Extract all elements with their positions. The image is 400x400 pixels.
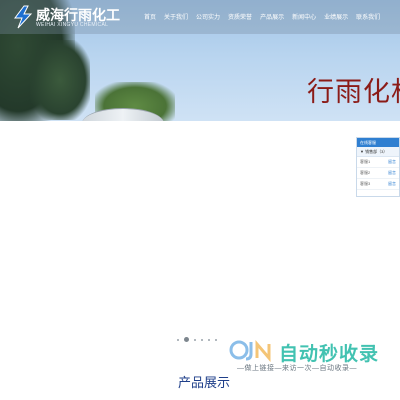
online-service-title[interactable]: 在线客服 [357,138,399,147]
service-message-link[interactable]: 留言 [388,157,396,167]
service-message-link[interactable]: 留言 [388,179,396,189]
slider-dot[interactable] [208,338,210,341]
service-department[interactable]: ▼ 销售部（3） [357,147,399,157]
nav-home[interactable]: 首页 [144,12,156,21]
company-logo-icon[interactable] [12,5,34,29]
slider-pagination [177,337,217,342]
nav-contact[interactable]: 联系我们 [356,12,380,21]
service-message-link[interactable]: 留言 [388,168,396,178]
site-header: 威海行雨化工 WEIHAI XINGYU CHEMICAL 首页 关于我们 公司… [0,0,400,34]
nav-honors[interactable]: 资质荣誉 [228,12,252,21]
watermark-logo-icon [229,338,277,363]
slider-dot[interactable] [201,338,203,341]
service-row[interactable]: 客服2 留言 [357,168,399,179]
service-row[interactable]: 客服1 留言 [357,157,399,168]
hero-tree-left-lower [30,40,90,120]
service-agent-name[interactable]: 客服1 [360,157,370,167]
service-agent-name[interactable]: 客服3 [360,179,370,189]
brand-name-english: WEIHAI XINGYU CHEMICAL [36,22,109,28]
service-agent-name[interactable]: 客服2 [360,168,370,178]
slider-dot[interactable] [194,338,196,341]
slider-dot[interactable] [177,338,179,341]
hero-title: 行雨化机 [307,77,400,108]
main-nav: 首页 关于我们 公司实力 资质荣誉 产品展示 新闻中心 业绩展示 联系我们 [144,12,388,21]
nav-news[interactable]: 新闻中心 [292,12,316,21]
service-row[interactable]: 客服3 留言 [357,179,399,190]
online-service-panel: 在线客服 ▼ 销售部（3） 客服1 留言 客服2 留言 客服3 留言 [356,137,400,197]
slider-dot[interactable] [215,338,217,341]
nav-about[interactable]: 关于我们 [164,12,188,21]
watermark: 自动秒收录 —做上链接—来访一次—自动收录— [229,331,379,379]
nav-strength[interactable]: 公司实力 [196,12,220,21]
watermark-subtitle: —做上链接—来访一次—自动收录— [237,365,357,372]
watermark-title: 自动秒收录 [279,344,380,365]
section-title-products: 产品展示 [178,375,231,390]
nav-cases[interactable]: 业绩展示 [324,12,348,21]
nav-products[interactable]: 产品展示 [260,12,284,21]
slider-dot-active[interactable] [184,337,189,342]
